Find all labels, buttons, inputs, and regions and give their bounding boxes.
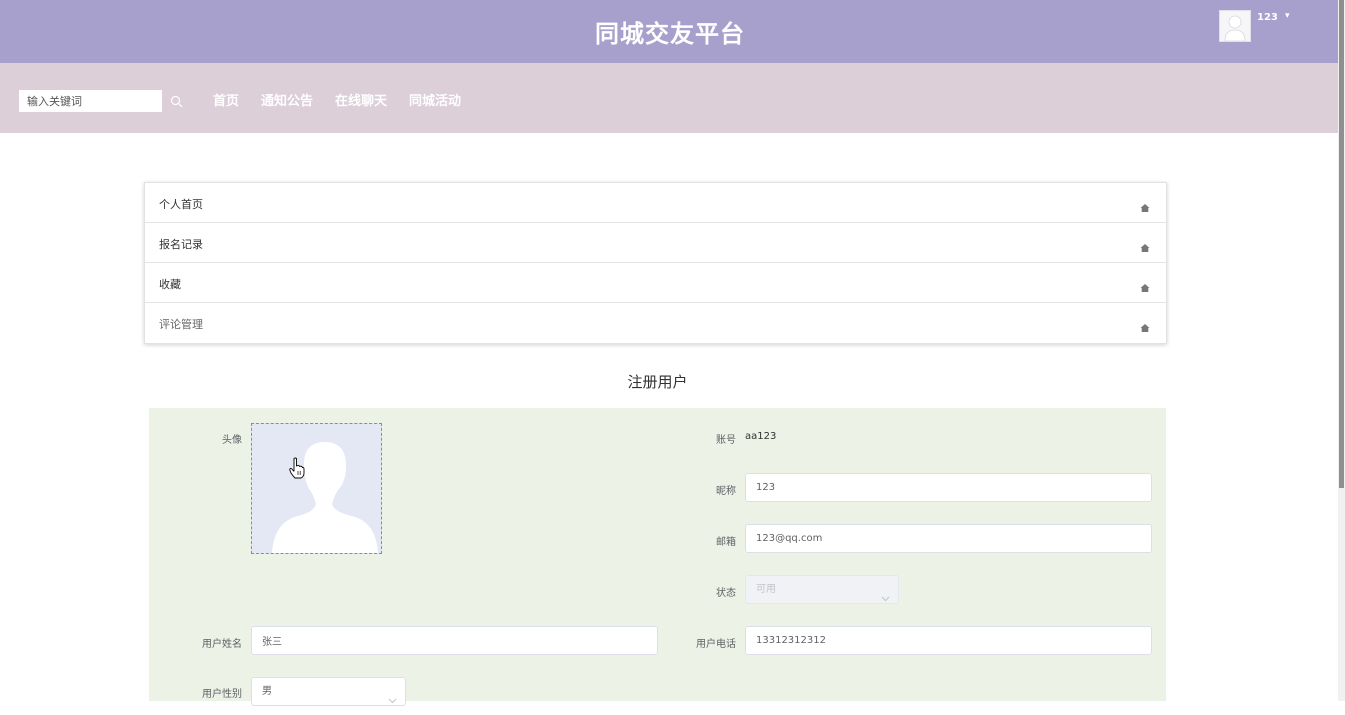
home-icon xyxy=(1140,278,1150,297)
nav-item-home[interactable]: 首页 xyxy=(213,90,239,109)
gender-label: 用户性别 xyxy=(202,689,242,700)
home-icon xyxy=(1140,238,1150,257)
user-avatar-icon[interactable] xyxy=(1219,10,1251,42)
chevron-down-icon[interactable]: ▾ xyxy=(1285,11,1290,21)
menu-item-favorites[interactable]: 收藏 xyxy=(145,263,1166,303)
site-title: 同城交友平台 xyxy=(595,20,745,48)
gender-value: 男 xyxy=(262,686,272,697)
email-label: 邮箱 xyxy=(716,537,736,548)
hand-cursor-icon xyxy=(289,457,305,483)
email-field[interactable] xyxy=(745,524,1152,553)
status-label: 状态 xyxy=(716,588,736,599)
nickname-label: 昵称 xyxy=(716,486,736,497)
user-name[interactable]: 123 xyxy=(1257,12,1278,23)
search-input[interactable] xyxy=(19,90,162,112)
menu-item-label: 评论管理 xyxy=(159,318,203,331)
scrollbar-thumb[interactable] xyxy=(1339,0,1344,488)
user-menu: 个人首页 报名记录 收藏 评论管理 xyxy=(144,182,1167,344)
nav-item-notices[interactable]: 通知公告 xyxy=(261,90,313,109)
avatar-upload[interactable] xyxy=(251,423,382,554)
menu-item-label: 收藏 xyxy=(159,278,181,291)
menu-item-label: 报名记录 xyxy=(159,238,203,251)
menu-item-registrations[interactable]: 报名记录 xyxy=(145,223,1166,263)
gender-select[interactable]: 男 xyxy=(251,677,406,706)
nav-item-chat[interactable]: 在线聊天 xyxy=(335,90,387,109)
page-title: 注册用户 xyxy=(627,373,688,391)
status-select: 可用 xyxy=(745,575,899,604)
chevron-down-icon xyxy=(388,688,397,715)
chevron-down-icon xyxy=(881,586,890,613)
nav-item-activities[interactable]: 同城活动 xyxy=(409,90,461,109)
nav-bar xyxy=(0,63,1340,133)
home-icon xyxy=(1140,198,1150,217)
menu-item-profile[interactable]: 个人首页 xyxy=(145,183,1166,223)
phone-label: 用户电话 xyxy=(696,639,736,650)
avatar-label: 头像 xyxy=(222,435,242,446)
account-label: 账号 xyxy=(716,435,736,446)
realname-field[interactable] xyxy=(251,626,658,655)
realname-label: 用户姓名 xyxy=(202,639,242,650)
account-value: aa123 xyxy=(745,431,777,442)
nickname-field[interactable] xyxy=(745,473,1152,502)
status-value: 可用 xyxy=(756,584,776,595)
home-icon xyxy=(1140,318,1150,337)
menu-item-label: 个人首页 xyxy=(159,198,203,211)
phone-field[interactable] xyxy=(745,626,1152,655)
search-icon[interactable] xyxy=(170,93,183,112)
menu-item-comments[interactable]: 评论管理 xyxy=(145,303,1166,343)
